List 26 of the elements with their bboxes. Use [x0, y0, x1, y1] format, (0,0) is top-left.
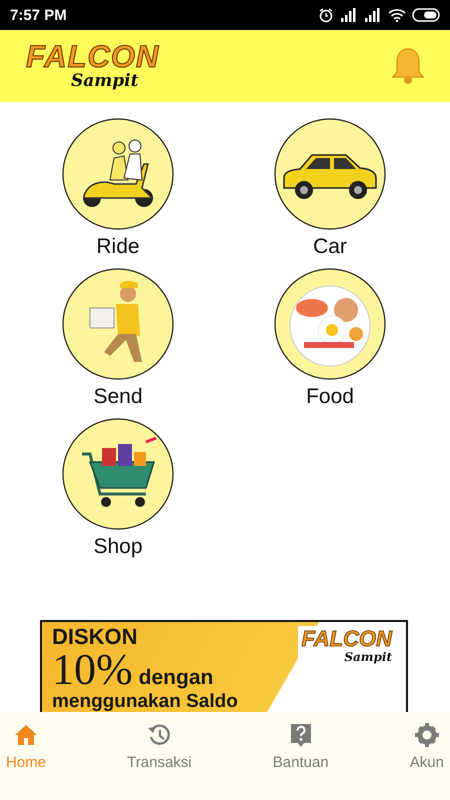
nav-tab[interactable]: Transaksi [121, 718, 198, 775]
logo-subtitle: Sampit [344, 650, 392, 664]
logo-title: FALCON [26, 41, 160, 72]
settings-icon [414, 722, 440, 748]
logo-title: FALCON [302, 628, 392, 650]
nav-tab[interactable]: Bantuan [266, 718, 335, 775]
bell-icon[interactable] [390, 46, 426, 86]
wifi-icon [388, 8, 406, 22]
signal-icon [340, 8, 358, 22]
home-icon [13, 722, 39, 748]
banner-text: dengan [138, 666, 214, 690]
banner-text: menggunakan Saldo [52, 692, 238, 713]
service-button[interactable]: Shop [12, 418, 224, 560]
history-icon [146, 722, 172, 748]
service-button[interactable]: Car [224, 118, 436, 260]
nav-tab[interactable]: Akun [404, 718, 450, 775]
alarm-icon [318, 7, 334, 23]
logo-subtitle: Sampit [70, 72, 138, 91]
banner-discount: 10% [52, 648, 133, 692]
service-button[interactable]: Send [12, 268, 224, 410]
service-button[interactable]: Food [224, 268, 436, 410]
battery-icon [412, 8, 440, 22]
status-time: 7:57 PM [10, 6, 67, 24]
service-button[interactable]: Ride [12, 118, 224, 260]
banner-headline: DISKON [52, 626, 139, 648]
signal-icon [364, 8, 382, 22]
